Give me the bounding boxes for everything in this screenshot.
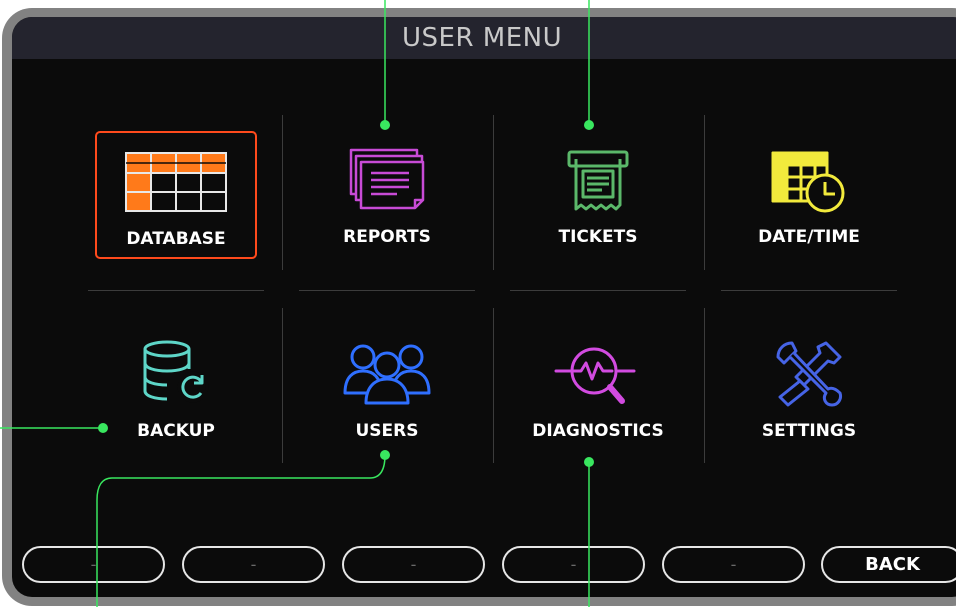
menu-item-settings[interactable]: SETTINGS bbox=[728, 323, 890, 451]
softkey-5[interactable]: - bbox=[662, 546, 805, 583]
grid-divider bbox=[721, 290, 897, 291]
softkey-1[interactable]: - bbox=[22, 546, 165, 583]
reports-icon bbox=[349, 148, 425, 210]
page-title: USER MENU bbox=[402, 23, 563, 53]
database-grid-icon bbox=[125, 152, 227, 212]
grid-divider bbox=[493, 308, 494, 463]
menu-item-users[interactable]: USERS bbox=[306, 323, 468, 451]
grid-divider bbox=[282, 308, 283, 463]
menu-item-reports[interactable]: REPORTS bbox=[306, 131, 468, 259]
calendar-clock-icon bbox=[771, 151, 845, 213]
grid-divider bbox=[493, 115, 494, 270]
grid-divider bbox=[299, 290, 475, 291]
softkey-3[interactable]: - bbox=[342, 546, 485, 583]
grid-divider bbox=[704, 308, 705, 463]
back-button[interactable]: BACK bbox=[821, 546, 956, 583]
menu-item-label: USERS bbox=[355, 421, 419, 441]
menu-item-backup[interactable]: BACKUP bbox=[95, 323, 257, 451]
wrench-screwdriver-icon bbox=[776, 341, 842, 407]
menu-item-label: DIAGNOSTICS bbox=[532, 421, 664, 441]
title-bar: USER MENU bbox=[12, 17, 956, 59]
menu-item-label: DATABASE bbox=[126, 229, 226, 249]
menu-item-date-time[interactable]: DATE/TIME bbox=[728, 131, 890, 259]
grid-divider bbox=[704, 115, 705, 270]
grid-divider bbox=[88, 290, 264, 291]
menu-item-label: TICKETS bbox=[558, 227, 638, 247]
softkey-2[interactable]: - bbox=[182, 546, 325, 583]
menu-item-diagnostics[interactable]: DIAGNOSTICS bbox=[517, 323, 679, 451]
menu-item-label: DATE/TIME bbox=[758, 227, 860, 247]
menu-item-label: SETTINGS bbox=[761, 421, 857, 441]
users-icon bbox=[343, 344, 431, 405]
menu-item-tickets[interactable]: TICKETS bbox=[517, 131, 679, 259]
database-sync-icon bbox=[143, 340, 209, 403]
grid-divider bbox=[510, 290, 686, 291]
grid-divider bbox=[282, 115, 283, 270]
menu-item-label: BACKUP bbox=[137, 421, 215, 441]
ticket-printer-icon bbox=[567, 150, 629, 211]
softkey-4[interactable]: - bbox=[502, 546, 645, 583]
menu-item-database[interactable]: DATABASE bbox=[95, 131, 257, 259]
diagnostics-icon bbox=[554, 347, 636, 404]
menu-item-label: REPORTS bbox=[343, 227, 431, 247]
screen: USER MENU DATABASE REPORTS TICKETS DATE/… bbox=[12, 17, 956, 597]
